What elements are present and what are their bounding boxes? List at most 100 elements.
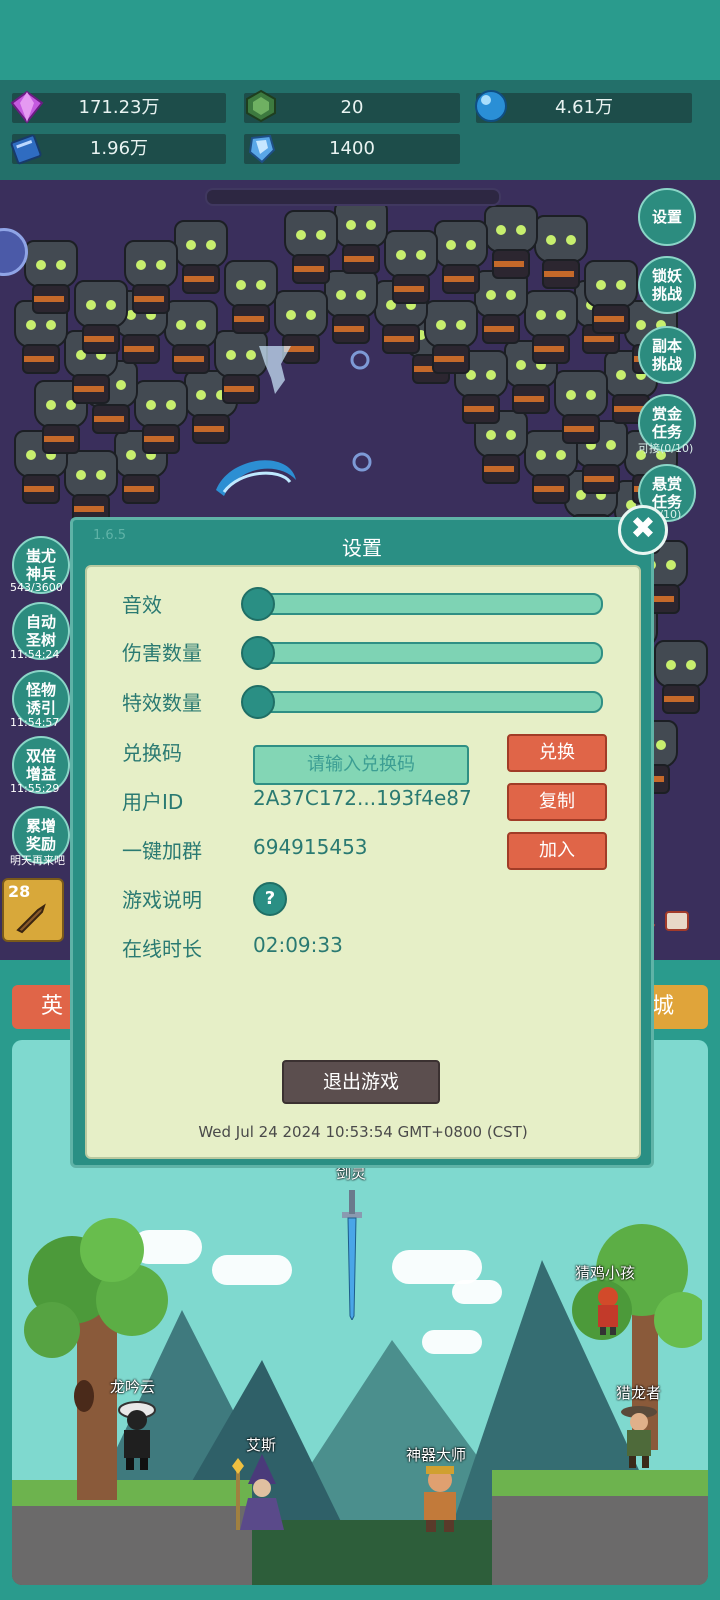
- blue-orb-icon: [475, 90, 507, 122]
- settings-button[interactable]: 设置: [638, 188, 696, 246]
- settings-button-label: 设置: [651, 208, 682, 226]
- chiyou-weapon-progress: 543/3600: [10, 581, 63, 594]
- zombie-enemy[interactable]: [430, 220, 488, 294]
- hero-long-yin-yun[interactable]: [112, 1400, 162, 1470]
- hero-label-chicken-kid: 猜鸡小孩: [575, 1264, 636, 1282]
- button-line-1: 双倍: [25, 747, 56, 765]
- close-glyph: ✖: [630, 511, 656, 546]
- redeem-button[interactable]: 兑换: [507, 734, 607, 772]
- double-boost-timer: 11:55:29: [10, 782, 60, 795]
- demon-lock-challenge-button[interactable]: 锁妖 挑战: [638, 256, 696, 314]
- zombie-enemy[interactable]: [380, 230, 438, 304]
- hero-aisi[interactable]: [230, 1454, 294, 1532]
- quit-game-button[interactable]: 退出游戏: [282, 1060, 440, 1104]
- zombie-enemy[interactable]: [530, 215, 588, 289]
- zombie-enemy[interactable]: [550, 370, 608, 444]
- zombie-enemy[interactable]: [280, 210, 338, 284]
- zombie-enemy[interactable]: [220, 260, 278, 334]
- damage-count-slider[interactable]: [241, 636, 603, 670]
- button-line-1: 赏金: [651, 405, 682, 423]
- hero-chicken-kid[interactable]: [588, 1285, 628, 1335]
- hero-artifact-master[interactable]: [416, 1464, 464, 1532]
- zombie-enemy[interactable]: [170, 220, 228, 294]
- zombie-enemy[interactable]: [20, 240, 78, 314]
- sound-label: 音效: [122, 593, 162, 617]
- button-line-2: 增益: [25, 765, 56, 783]
- scroll-icon[interactable]: [662, 906, 692, 936]
- online-time-value: 02:09:33: [253, 933, 343, 957]
- skill-slot[interactable]: 28: [2, 878, 64, 942]
- sound-slider-knob[interactable]: [241, 587, 275, 621]
- button-line-1: 副本: [651, 337, 682, 355]
- auto-sacred-tree-timer: 11:54:24: [10, 648, 60, 661]
- zombie-enemy[interactable]: [480, 205, 538, 279]
- bounty-task-count: 可接(0/10): [638, 442, 694, 455]
- book-counter: 1.96万: [12, 134, 226, 164]
- join-button-label: 加入: [539, 840, 575, 861]
- dungeon-challenge-button[interactable]: 副本 挑战: [638, 326, 696, 384]
- zombie-enemy[interactable]: [420, 300, 478, 374]
- level-badge: 28: [8, 882, 31, 901]
- button-line-2: 诱引: [25, 699, 56, 717]
- help-icon-glyph: ?: [264, 888, 276, 909]
- cumulative-reward-status: 明天再来吧: [10, 854, 65, 867]
- orb-amount: 4.61万: [554, 97, 614, 118]
- blue-crystal-icon: [248, 134, 276, 164]
- button-line-2: 挑战: [651, 285, 682, 303]
- button-line-2: 圣树: [25, 631, 56, 649]
- redeem-code-input[interactable]: 请输入兑换码: [253, 745, 469, 785]
- monster-lure-timer: 11:54:57: [10, 716, 60, 729]
- zombie-enemy[interactable]: [520, 290, 578, 364]
- button-line-1: 悬赏: [651, 475, 682, 493]
- help-icon[interactable]: ?: [253, 882, 287, 916]
- purple-gem-icon: [10, 90, 44, 124]
- damage-count-label: 伤害数量: [122, 641, 202, 665]
- gem-amount: 171.23万: [78, 97, 160, 118]
- close-icon[interactable]: ✖: [618, 505, 668, 555]
- water-slash-effect: [216, 460, 296, 496]
- button-line-1: 自动: [25, 613, 56, 631]
- game-guide-label: 游戏说明: [122, 888, 202, 912]
- crystal-amount: 1400: [329, 138, 375, 159]
- button-line-2: 任务: [651, 423, 682, 441]
- copy-button-label: 复制: [539, 791, 575, 812]
- user-id-label: 用户ID: [122, 790, 184, 814]
- zombie-enemy[interactable]: [330, 200, 388, 274]
- zombie-enemy[interactable]: [120, 240, 178, 314]
- dialog-title: 设置: [342, 536, 382, 560]
- zombie-enemy[interactable]: [130, 380, 188, 454]
- settings-panel: 音效 伤害数量 特效数量 兑换码 请输入兑换码 兑换 用户ID 2A37C172…: [85, 565, 641, 1159]
- button-line-1: 累增: [25, 817, 56, 835]
- button-line-1: 蚩尤: [25, 547, 56, 565]
- zombie-enemy[interactable]: [580, 260, 638, 334]
- resource-panel: 171.23万 20 4.61万 1.96万 1400: [0, 80, 720, 180]
- zombie-enemy[interactable]: [70, 280, 128, 354]
- damage-count-slider-knob[interactable]: [241, 636, 275, 670]
- sound-slider[interactable]: [241, 587, 603, 621]
- wave-progress-bar: [205, 188, 501, 206]
- zombie-enemy[interactable]: [60, 450, 118, 524]
- user-id-value: 2A37C172...193f4e87: [253, 786, 472, 810]
- sword-spirit-sprite[interactable]: [338, 1190, 366, 1320]
- effects-count-slider[interactable]: [241, 685, 603, 719]
- join-button[interactable]: 加入: [507, 832, 607, 870]
- redeem-code-label: 兑换码: [122, 741, 182, 765]
- copy-button[interactable]: 复制: [507, 783, 607, 821]
- redeem-code-placeholder: 请输入兑换码: [307, 754, 415, 775]
- zombie-enemy[interactable]: [650, 640, 708, 714]
- hero-label-long-yin-yun: 龙吟云: [110, 1378, 156, 1396]
- redeem-button-label: 兑换: [539, 742, 575, 763]
- green-gem-icon: [246, 89, 276, 123]
- date-time-text: Wed Jul 24 2024 10:53:54 GMT+0800 (CST): [198, 1123, 528, 1141]
- button-line-1: 锁妖: [651, 267, 682, 285]
- quit-game-label: 退出游戏: [322, 1071, 399, 1093]
- hero-label-dragon-hunter: 猎龙者: [616, 1384, 662, 1402]
- hero-dragon-hunter[interactable]: [617, 1404, 661, 1468]
- projectile-bubble: [352, 452, 372, 472]
- effects-count-slider-knob[interactable]: [241, 685, 275, 719]
- group-number-value: 694915453: [253, 835, 368, 859]
- book-amount: 1.96万: [89, 138, 149, 159]
- tab-heroes-label: 英: [40, 994, 63, 1019]
- blue-book-icon: [10, 134, 42, 165]
- tab-city-label: 城: [651, 994, 674, 1019]
